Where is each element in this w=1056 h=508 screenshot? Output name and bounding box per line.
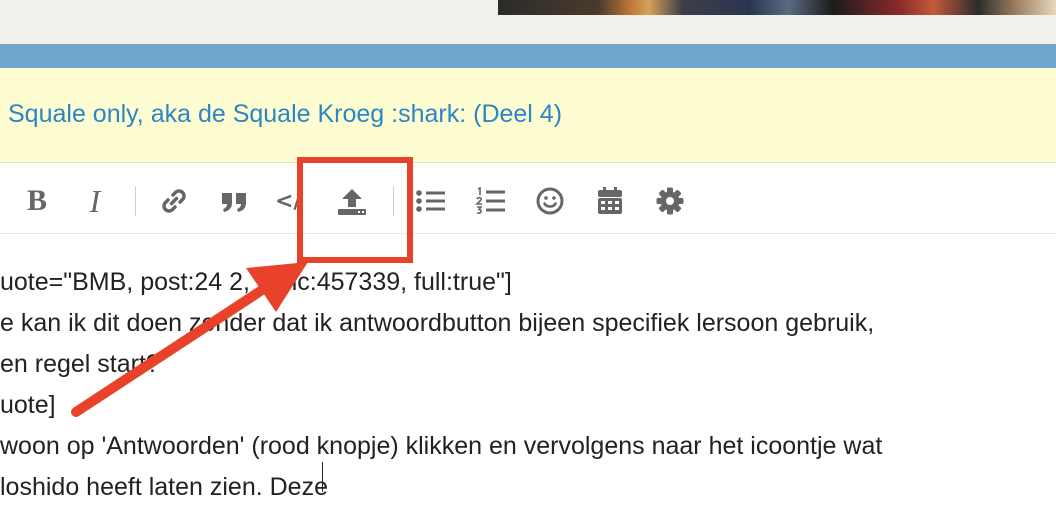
annotation-arrow — [71, 262, 308, 417]
